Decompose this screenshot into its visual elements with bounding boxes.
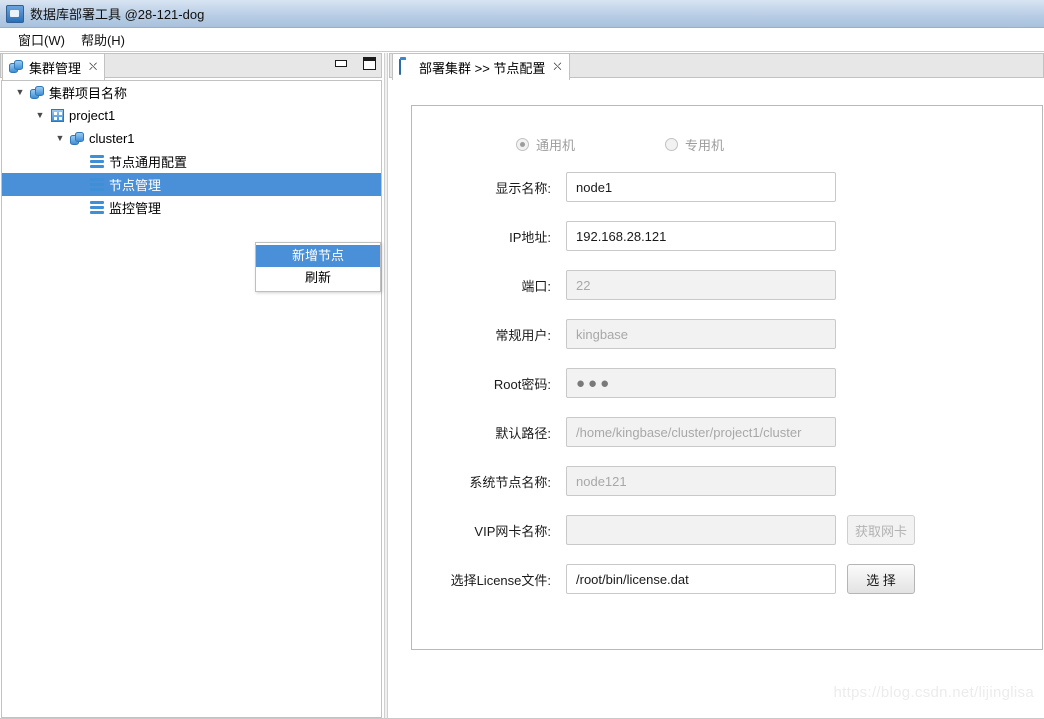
field-root-password: Root密码: ●●● [412,367,1042,399]
panel-splitter[interactable] [384,53,388,719]
chevron-down-icon[interactable]: ▼ [12,88,28,97]
left-tabstrip: 集群管理 ⛌ [0,53,384,80]
password-dots: ●●● [576,374,613,392]
field-display-name: 显示名称: node1 [412,171,1042,203]
field-vip-nic-name: VIP网卡名称: 获取网卡 [412,514,1042,546]
tree-item-label: 集群项目名称 [49,86,128,101]
menu-item-window[interactable]: 窗口(W) [10,28,73,51]
vip-nic-name-input[interactable] [566,515,836,545]
tree-item-cluster-project[interactable]: ▼ 集群项目名称 [2,81,381,104]
tree-context-menu[interactable]: 新增节点 刷新 [255,242,381,292]
window-title: 数据库部署工具 @28-121-dog [30,7,205,22]
chevron-down-icon[interactable]: ▼ [52,134,68,143]
field-label: 选择License文件: [450,572,551,588]
tab-cluster-management-label: 集群管理 [29,60,82,76]
folder-icon [399,59,414,75]
tree-item-label: 节点通用配置 [109,155,188,170]
tab-deploy-cluster-node-config[interactable]: 部署集群 >> 节点配置 ⛌ [392,53,570,80]
minimize-icon[interactable] [335,60,347,67]
tree-item-label: 监控管理 [109,201,162,216]
field-regular-user: 常规用户: kingbase [412,318,1042,350]
ip-address-input[interactable]: 192.168.28.121 [566,221,836,251]
tree-item-node-management[interactable]: 节点管理 [2,173,381,196]
regular-user-input[interactable]: kingbase [566,319,836,349]
choose-file-button[interactable]: 选 择 [847,564,915,594]
main-split-area: 集群管理 ⛌ ▼ 集群项目名称 ▼ project1 ▼ cluster1 节点… [0,53,1044,719]
context-menu-item-refresh[interactable]: 刷新 [256,267,380,289]
node-config-form: 通用机 专用机 显示名称: node1 IP地址: 192.168.28.121… [411,105,1043,650]
radio-general-machine-label: 通用机 [536,138,576,153]
menu-item-help[interactable]: 帮助(H) [73,28,133,51]
default-path-input[interactable]: /home/kingbase/cluster/project1/cluster [566,417,836,447]
radio-dedicated-machine-label: 专用机 [685,138,725,153]
tab-deploy-cluster-node-config-label: 部署集群 >> 节点配置 [419,60,546,76]
radio-general-machine[interactable]: 通用机 [516,135,575,154]
chevron-down-icon[interactable]: ▼ [32,111,48,120]
maximize-icon[interactable] [363,57,376,70]
tree-item-monitor-management[interactable]: 监控管理 [2,196,381,219]
tree-item-project1[interactable]: ▼ project1 [2,104,381,127]
root-password-input[interactable]: ●●● [566,368,836,398]
radio-dedicated-machine[interactable]: 专用机 [665,135,724,154]
tab-cluster-management[interactable]: 集群管理 ⛌ [2,53,106,80]
project-icon [48,109,66,122]
left-view-window-buttons [335,57,376,70]
port-input[interactable]: 22 [566,270,836,300]
tree-item-label: cluster1 [89,131,135,146]
field-label: 显示名称: [495,180,551,196]
field-ip-address: IP地址: 192.168.28.121 [412,220,1042,252]
tree-item-label: 节点管理 [109,178,162,193]
tree-item-label: project1 [69,108,116,123]
field-default-path: 默认路径: /home/kingbase/cluster/project1/cl… [412,416,1042,448]
cluster-icon [9,60,24,74]
radio-selected-icon [516,138,529,151]
node-config-view: 部署集群 >> 节点配置 ⛌ 通用机 专用机 显示名称: node1 IP地址:… [389,53,1044,719]
cluster-tree[interactable]: ▼ 集群项目名称 ▼ project1 ▼ cluster1 节点通用配置 节点… [1,80,382,718]
machine-type-radio-group: 通用机 专用机 [412,135,1042,154]
field-label: 系统节点名称: [469,474,551,490]
field-label: 默认路径: [495,425,551,441]
close-icon[interactable]: ⛌ [553,61,561,73]
license-file-input[interactable]: /root/bin/license.dat [566,564,836,594]
field-label: 常规用户: [495,327,551,343]
display-name-input[interactable]: node1 [566,172,836,202]
system-node-name-input[interactable]: node121 [566,466,836,496]
cluster-icon [28,85,46,100]
field-port: 端口: 22 [412,269,1042,301]
field-label: Root密码: [493,376,551,392]
close-icon[interactable]: ⛌ [89,61,97,73]
get-nic-button[interactable]: 获取网卡 [847,515,915,545]
app-icon [6,4,24,23]
field-license-file: 选择License文件: /root/bin/license.dat 选 择 [412,563,1042,595]
tree-item-node-common-config[interactable]: 节点通用配置 [2,150,381,173]
radio-unselected-icon [665,138,679,151]
context-menu-item-add-node[interactable]: 新增节点 [256,245,380,267]
cluster-icon [68,131,86,146]
field-label: IP地址: [509,229,551,245]
right-tabstrip: 部署集群 >> 节点配置 ⛌ [389,53,1044,80]
field-label: VIP网卡名称: [474,523,551,539]
field-label: 端口: [521,278,551,294]
window-titlebar: 数据库部署工具 @28-121-dog [0,0,1044,28]
db-icon [88,155,106,168]
cluster-management-view: 集群管理 ⛌ ▼ 集群项目名称 ▼ project1 ▼ cluster1 节点… [0,53,384,719]
menubar: 窗口(W) 帮助(H) [0,28,1044,52]
db-icon [88,178,106,191]
field-system-node-name: 系统节点名称: node121 [412,465,1042,497]
db-icon [88,201,106,214]
watermark: https://blog.csdn.net/lijinglisa [833,684,1034,701]
tree-item-cluster1[interactable]: ▼ cluster1 [2,127,381,150]
